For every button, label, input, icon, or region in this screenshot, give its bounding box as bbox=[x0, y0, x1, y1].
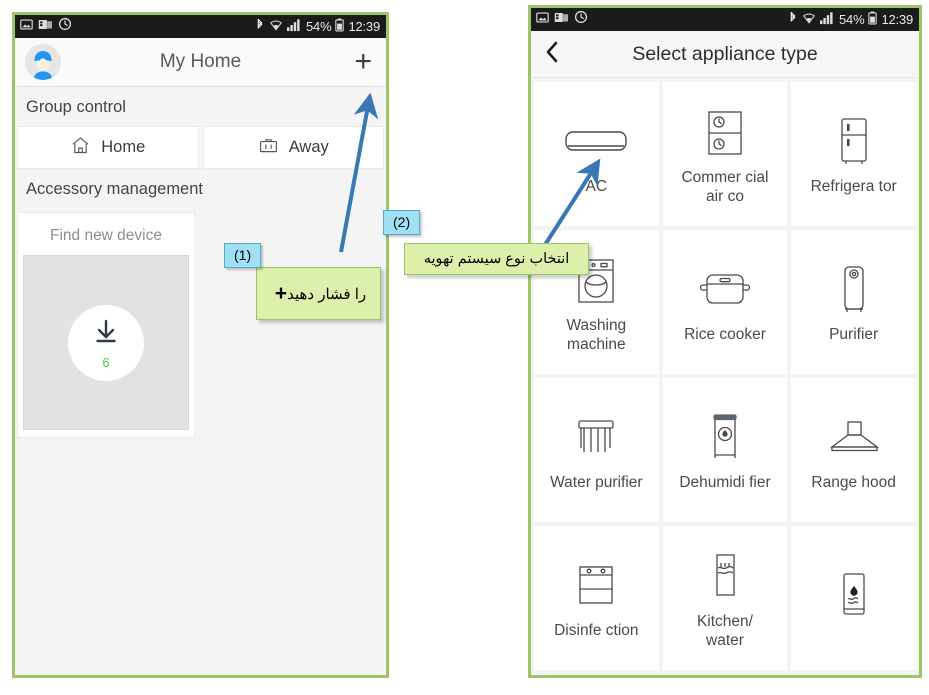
water-purifier-icon bbox=[575, 407, 617, 469]
range-hood-icon bbox=[827, 407, 881, 469]
app-bar-select-appliance: Select appliance type bbox=[531, 31, 919, 78]
disinfection-cabinet-icon bbox=[576, 555, 616, 617]
battery-percent-label: 54% bbox=[306, 19, 332, 34]
appliance-tile-water-heater[interactable] bbox=[791, 526, 916, 670]
device-count-label: 6 bbox=[102, 355, 110, 370]
status-bar-right-left-icons bbox=[536, 10, 588, 29]
appliance-label: Water purifier bbox=[550, 474, 643, 492]
commercial-air-conditioner-icon bbox=[707, 102, 743, 164]
callout-step2-number: (2) bbox=[383, 210, 421, 235]
scan-devices-button[interactable]: 6 bbox=[68, 304, 144, 381]
alarm-icon bbox=[58, 17, 72, 36]
image-icon bbox=[536, 11, 549, 29]
appliance-tile-disinfection[interactable]: Disinfe ction bbox=[534, 526, 659, 670]
home-mode-button[interactable]: Home bbox=[17, 126, 199, 169]
find-new-device-label: Find new device bbox=[49, 227, 162, 244]
appliance-tile-kitchen-water[interactable]: Kitchen/ water bbox=[662, 526, 788, 670]
status-bar-left-icons bbox=[20, 17, 72, 36]
battery-percent-label: 54% bbox=[839, 12, 865, 27]
status-bar-right-right-icons: 54% 12:39 bbox=[788, 11, 913, 28]
accessory-management-heading: Accessory management bbox=[26, 180, 203, 198]
appliance-tile-dehumidifier[interactable]: Dehumidi fier bbox=[662, 378, 788, 522]
appliance-label: AC bbox=[585, 178, 608, 196]
away-mode-label: Away bbox=[288, 138, 329, 156]
wifi-icon bbox=[802, 11, 816, 28]
callout-step1-text: را فشار دهید + bbox=[256, 267, 381, 320]
wifi-icon bbox=[269, 18, 283, 35]
appliance-tile-refrigerator[interactable]: Refrigera tor bbox=[791, 82, 916, 226]
screenshot-root: 54% 12:39 My Home + Group control Home A… bbox=[0, 0, 929, 695]
clock-label: 12:39 bbox=[348, 19, 380, 34]
appliance-label: Kitchen/ water bbox=[696, 612, 753, 649]
page-title: My Home bbox=[159, 51, 242, 72]
rice-cooker-icon bbox=[699, 259, 751, 321]
app-bar-my-home: My Home + bbox=[15, 38, 386, 87]
appliance-tile-range-hood[interactable]: Range hood bbox=[791, 378, 916, 522]
appliance-label: Disinfe ction bbox=[554, 622, 639, 640]
refrigerator-icon bbox=[838, 111, 870, 173]
signal-bars-icon bbox=[287, 18, 302, 35]
avatar[interactable] bbox=[25, 44, 61, 80]
callout-step1-number: (1) bbox=[224, 243, 262, 268]
appliance-label: Dehumidi fier bbox=[679, 474, 771, 492]
sim-card-icon bbox=[38, 18, 53, 36]
appliance-tile-commercial-air-co[interactable]: Commer cial air co bbox=[662, 82, 788, 226]
callout-step1-label: را فشار دهید bbox=[287, 285, 367, 303]
appliance-label: Range hood bbox=[811, 474, 896, 492]
appliance-tile-ac[interactable]: AC bbox=[534, 82, 659, 226]
dehumidifier-icon bbox=[709, 407, 741, 469]
appliance-label: Commer cial air co bbox=[681, 168, 769, 205]
battery-icon bbox=[868, 11, 878, 28]
briefcase-icon bbox=[258, 135, 279, 161]
status-bar-left: 54% 12:39 bbox=[15, 15, 386, 38]
back-chevron-icon[interactable] bbox=[543, 40, 561, 68]
appliance-tile-water-purifier[interactable]: Water purifier bbox=[534, 378, 659, 522]
appliance-label: Purifier bbox=[829, 326, 879, 344]
appliance-label: Rice cooker bbox=[684, 326, 766, 344]
bluetooth-icon bbox=[788, 11, 798, 28]
download-icon bbox=[89, 315, 123, 354]
phone-screen-select-appliance: 54% 12:39 Select appliance type AC Comme… bbox=[528, 5, 922, 678]
home-mode-label: Home bbox=[101, 138, 146, 156]
water-heater-icon bbox=[839, 565, 869, 627]
phone-screen-my-home: 54% 12:39 My Home + Group control Home A… bbox=[12, 12, 389, 678]
away-mode-button[interactable]: Away bbox=[202, 126, 384, 169]
appliance-label: Refrigera tor bbox=[810, 178, 897, 196]
status-bar-right-icons: 54% 12:39 bbox=[255, 18, 380, 35]
home-icon bbox=[70, 135, 91, 161]
callout-step1-plus: + bbox=[274, 281, 288, 305]
appliance-label: Washing machine bbox=[566, 316, 627, 353]
battery-icon bbox=[335, 18, 345, 35]
find-new-device-card[interactable]: Find new device 6 bbox=[17, 212, 195, 438]
add-device-button[interactable]: + bbox=[354, 47, 372, 77]
kitchen-water-heater-icon bbox=[711, 546, 739, 608]
group-control-buttons: Home Away bbox=[15, 126, 386, 169]
signal-bars-icon bbox=[820, 11, 835, 28]
image-icon bbox=[20, 18, 33, 36]
clock-label: 12:39 bbox=[881, 12, 913, 27]
appliance-tile-rice-cooker[interactable]: Rice cooker bbox=[662, 230, 788, 374]
group-control-heading: Group control bbox=[26, 98, 126, 116]
air-purifier-icon bbox=[840, 259, 868, 321]
page-title: Select appliance type bbox=[632, 42, 818, 65]
air-conditioner-icon bbox=[565, 111, 628, 173]
sim-card-icon bbox=[554, 11, 569, 29]
alarm-icon bbox=[574, 10, 588, 29]
callout-step2-text: انتخاب نوع سیستم تهویه bbox=[404, 243, 589, 275]
bluetooth-icon bbox=[255, 18, 265, 35]
find-new-device-body: 6 bbox=[23, 255, 189, 430]
status-bar-right: 54% 12:39 bbox=[531, 8, 919, 31]
appliance-tile-purifier[interactable]: Purifier bbox=[791, 230, 916, 374]
appliance-type-grid: AC Commer cial air co Refrigera tor Wash… bbox=[531, 78, 919, 674]
